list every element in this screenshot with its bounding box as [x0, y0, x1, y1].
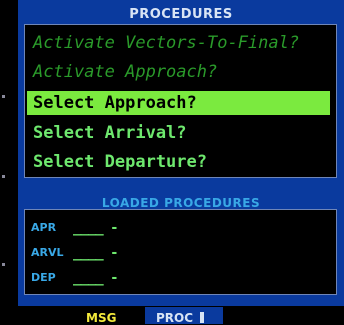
loaded-procedures-box: APR ____ - ARVL ____ - DEP ____ -	[24, 209, 337, 295]
loaded-procedures-title: LOADED PROCEDURES	[101, 196, 261, 210]
loaded-row-label: APR	[31, 221, 57, 234]
loaded-row-value: ____ -	[73, 245, 119, 261]
loaded-row-value: ____ -	[73, 220, 119, 236]
loaded-row-dep: DEP ____ -	[31, 268, 119, 288]
loaded-row-label: ARVL	[31, 246, 64, 259]
menu-item-select-arrival[interactable]: Select Arrival?	[33, 121, 187, 145]
menu-item-activate-approach[interactable]: Activate Approach?	[33, 60, 217, 84]
page-title: PROCEDURES	[129, 7, 233, 22]
procedures-menu: Activate Vectors-To-Final? Activate Appr…	[24, 24, 337, 178]
loaded-row-apr: APR ____ -	[31, 218, 119, 238]
proc-annunciator[interactable]: PROC	[156, 311, 193, 325]
left-tick	[2, 263, 5, 266]
menu-item-select-departure[interactable]: Select Departure?	[33, 150, 207, 174]
procedures-panel: PROCEDURES Activate Vectors-To-Final? Ac…	[18, 0, 344, 306]
loaded-row-label: DEP	[31, 271, 56, 284]
left-tick	[2, 175, 5, 178]
loaded-row-value: ____ -	[73, 270, 119, 286]
loaded-row-arvl: ARVL ____ -	[31, 243, 119, 263]
msg-annunciator[interactable]: MSG	[86, 311, 116, 325]
menu-item-activate-vtf[interactable]: Activate Vectors-To-Final?	[33, 31, 299, 55]
menu-item-select-approach[interactable]: Select Approach?	[27, 91, 330, 115]
cursor-block-icon	[200, 312, 204, 323]
left-tick	[2, 95, 5, 98]
